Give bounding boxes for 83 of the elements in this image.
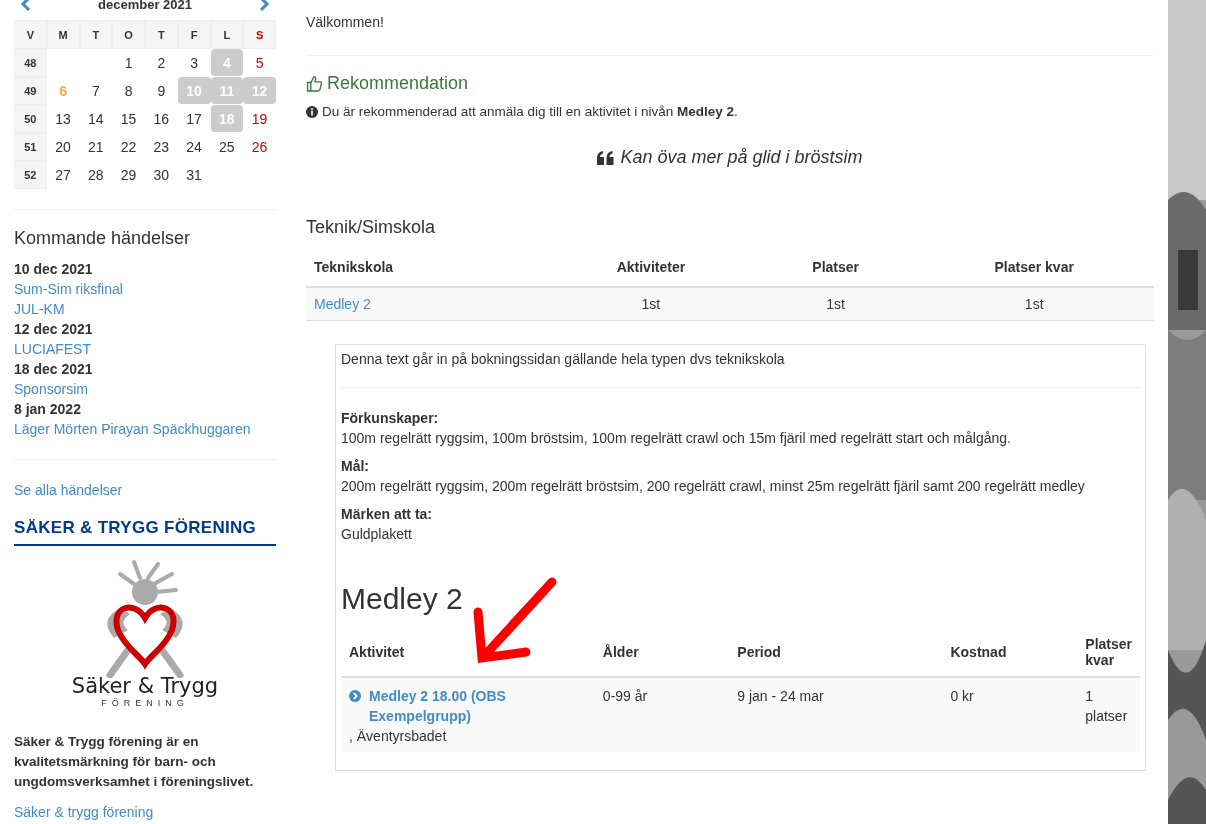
calendar-day[interactable]: 21 [79,133,113,160]
event-link[interactable]: LUCIAFEST [14,339,276,359]
calendar-day[interactable]: 27 [46,161,80,188]
calendar-day[interactable]: 5 [243,49,276,76]
week-number: 48 [14,49,47,77]
weekday-header: S [243,20,276,49]
calendar-day[interactable]: 20 [46,133,80,160]
calendar-day[interactable]: 14 [79,105,113,132]
event-link[interactable]: JUL-KM [14,299,276,319]
calendar-day[interactable]: 8 [112,77,145,104]
week-header: V [14,20,47,49]
calendar-day[interactable]: 9 [145,77,178,104]
previous-month-icon[interactable] [20,0,32,11]
section-text: 100m regelrätt ryggsim, 100m bröstsim, 100m regelrätt crawl och 15m fjäril med regelrätt start och målgång. [341,429,1012,448]
calendar-day[interactable]: 15 [112,105,145,132]
calendar-day[interactable]: 29 [112,161,145,188]
quote-icon [597,150,615,165]
event-link[interactable]: Sponsorsim [14,379,276,399]
calendar-day[interactable]: 22 [112,133,145,160]
intro-text: Denna text går in på bokningssidan gällande hela typen dvs teknikskola [341,351,786,367]
calendar-day[interactable]: 13 [46,105,80,132]
calendar-day[interactable]: 30 [145,161,178,188]
calendar-day[interactable]: 25 [210,133,244,160]
weekday-header: T [145,20,178,49]
location-text: , Äventyrsbadet [349,727,448,746]
section-title: Teknik/Simskola [306,217,437,238]
calendar-day[interactable]: 26 [243,133,276,160]
weekday-header: O [112,20,145,49]
table-cell: 1st [544,287,757,321]
event-link[interactable]: Sum-Sim riksfinal [14,279,276,299]
section-label: Förkunskaper: [341,409,440,428]
calendar-day[interactable]: 31 [177,161,211,188]
next-month-icon[interactable] [258,0,270,11]
logo-subtitle: FÖRENING [101,698,189,708]
weekday-header: T [79,20,113,49]
week-number: 49 [14,77,47,105]
calendar-month: december 2021 [98,0,192,12]
calendar-day[interactable]: 19 [243,105,276,132]
event-date: 8 jan 2022 [14,400,82,419]
section-label: Mål: [341,457,370,476]
table-cell: 1st [756,287,915,321]
section-title: Kommande händelser [14,228,192,249]
event-date: 10 dec 2021 [14,260,94,279]
club-link[interactable]: Säker & trygg förening [14,802,276,822]
calendar-day[interactable]: 1 [112,49,145,76]
week-number: 50 [14,105,47,133]
calendar-day[interactable]: 2 [145,49,178,76]
see-all-link[interactable]: Se alla händelser [14,480,276,500]
table-cell: 9 jan - 24 mar [729,677,943,752]
table-cell: 0 kr [942,677,1078,752]
calendar-day[interactable]: 3 [177,49,211,76]
section-text: Guldplakett [341,525,413,544]
section-label: Märken att ta: [341,505,434,524]
table-cell: 1st [914,287,1154,321]
calendar-day[interactable]: 24 [177,133,211,160]
welcome-text: Välkommen! [306,14,385,30]
quote-text: Kan öva mer på glid i bröstsim [620,147,863,168]
weekday-header: M [46,20,80,49]
weekday-header: L [210,20,244,49]
calendar-day[interactable]: 17 [177,105,211,132]
recommendation-title: Rekommendation [327,73,469,94]
table-cell: 1 platser [1077,677,1140,752]
event-date: 18 dec 2021 [14,360,94,379]
event-link[interactable]: Läger Mörten Pirayan Späckhuggaren [14,419,276,439]
logo-name: Säker & Trygg [71,674,219,698]
section-text: 200m regelrätt ryggsim, 200m regelrätt bröstsim, 200 regelrätt crawl, minst 25m regelrätt fjäril samt 200 regelrätt medley [341,477,1086,496]
calendar-day[interactable]: 23 [145,133,178,160]
event-date: 12 dec 2021 [14,320,94,339]
chevron-circle-icon [349,690,361,702]
recommendation-text: Du är rekommenderad att anmäla dig till en aktivitet i nivån Medley 2. [322,104,738,119]
calendar-day[interactable]: 7 [79,77,113,104]
calendar-day[interactable]: 28 [79,161,113,188]
club-description: Säker & Trygg förening är en kvalitetsmärkning för barn- och ungdomsverksamhet i föreningslivet. [14,733,255,791]
weekday-header: F [177,20,211,49]
week-number: 52 [14,161,47,189]
activity-heading: Medley 2 [341,582,464,616]
level-link[interactable]: Medley 2 [314,296,371,312]
section-title: SÄKER & TRYGG FÖRENING [14,518,276,546]
thumbs-up-icon [306,75,323,92]
week-number: 51 [14,133,47,161]
table-cell: 0-99 år [594,677,730,752]
info-icon [306,105,318,118]
calendar-day[interactable]: 16 [145,105,178,132]
